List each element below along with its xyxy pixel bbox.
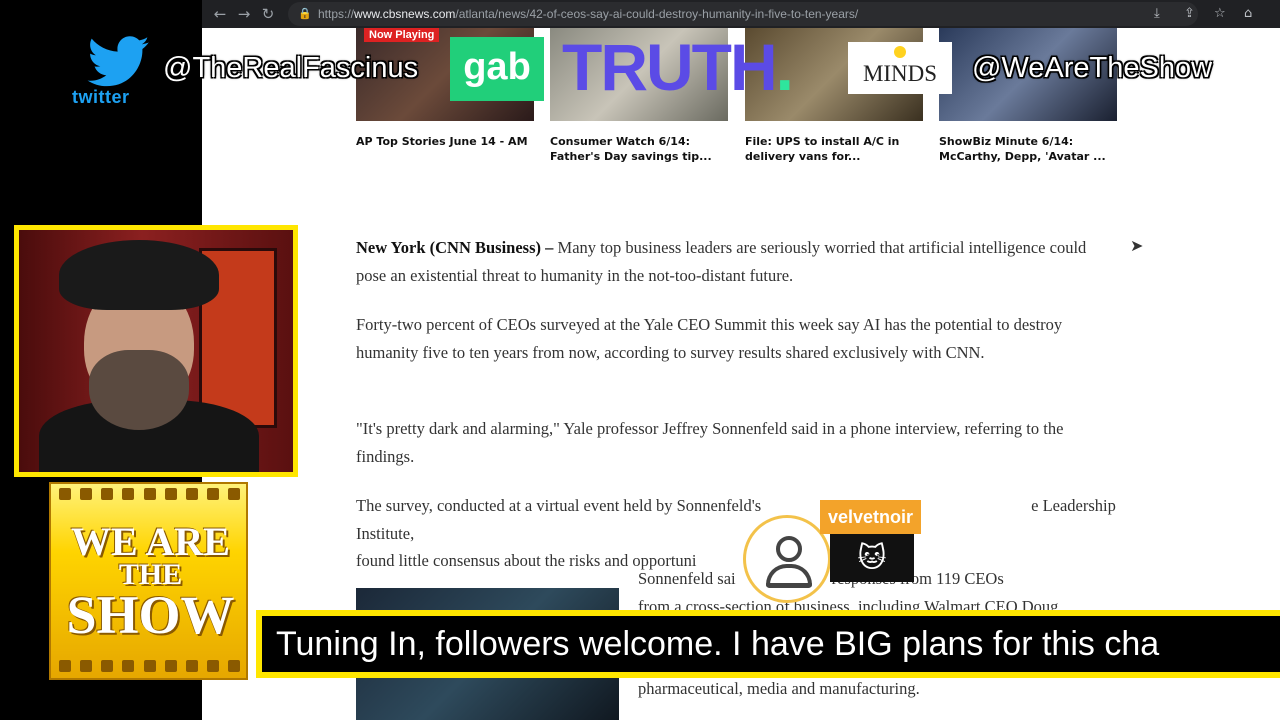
bookmark-star-icon[interactable]: ☆	[1214, 0, 1226, 28]
twitter-bird-icon	[86, 36, 152, 88]
address-bar[interactable]: 🔒 https://www.cbsnews.com/atlanta/news/4…	[288, 2, 1198, 26]
show-handle: @WeAreTheShow	[972, 52, 1213, 84]
chat-avatar-icon	[743, 515, 831, 603]
mouse-cursor-icon: ➤	[1130, 236, 1144, 255]
gab-logo: gab	[450, 37, 544, 101]
article-paragraph: New York (CNN Business) – Many top busin…	[356, 234, 1116, 289]
browser-toolbar: ← → ↻ 🔒 https://www.cbsnews.com/atlanta/…	[202, 0, 1280, 28]
install-icon[interactable]: ⤓	[1154, 0, 1160, 28]
ticker-text: Tuning In, followers welcome. I have BIG…	[262, 616, 1280, 672]
logo-line: SHOW	[66, 585, 235, 645]
back-arrow-icon[interactable]: ←	[208, 0, 232, 28]
video-caption[interactable]: ShowBiz Minute 6/14: McCarthy, Depp, 'Av…	[939, 134, 1117, 164]
twitter-handle: @TheRealFascinus	[163, 52, 419, 84]
forward-arrow-icon[interactable]: →	[232, 0, 256, 28]
home-icon[interactable]: ⌂	[1244, 0, 1252, 28]
paragraph-text: The survey, conducted at a virtual event…	[356, 496, 762, 515]
dateline-dash: –	[541, 238, 558, 257]
now-playing-badge: Now Playing	[364, 28, 440, 42]
we-are-the-show-logo: WE ARE THE SHOW	[49, 482, 248, 680]
url-domain: www.cbsnews.com	[354, 7, 456, 21]
twitter-label: twitter	[72, 87, 130, 107]
url-prefix: https://	[318, 7, 355, 21]
article-paragraph: pharmaceutical, media and manufacturing.	[638, 679, 920, 698]
truth-logo-text: TRUTH	[562, 30, 778, 104]
paragraph-text: Sonnenfeld sai	[638, 569, 736, 588]
video-caption[interactable]: AP Top Stories June 14 - AM	[356, 134, 534, 149]
dateline: New York (CNN Business)	[356, 238, 542, 257]
article-paragraph: Forty-two percent of CEOs surveyed at th…	[356, 315, 1063, 362]
truth-logo-dot: .	[775, 30, 794, 104]
film-strip-top	[55, 488, 244, 502]
webcam-feed	[14, 225, 298, 477]
article-paragraph: "It's pretty dark and alarming," Yale pr…	[356, 419, 1064, 466]
video-caption[interactable]: Consumer Watch 6/14: Father's Day saving…	[550, 134, 728, 164]
cat-emote-icon: 🐱	[830, 534, 914, 582]
ticker-banner: Tuning In, followers welcome. I have BIG…	[256, 610, 1280, 678]
film-strip-bottom	[55, 660, 244, 674]
video-card[interactable]: ShowBiz Minute 6/14: McCarthy, Depp, 'Av…	[939, 28, 1117, 164]
streamer-beard	[89, 350, 189, 430]
chat-username: velvetnoir	[820, 500, 922, 534]
video-caption[interactable]: File: UPS to install A/C in delivery van…	[745, 134, 923, 164]
minds-logo-text: MINDS	[862, 61, 938, 86]
lightbulb-icon	[894, 46, 906, 58]
lock-icon[interactable]: 🔒	[298, 2, 312, 26]
minds-logo: MINDS	[848, 42, 952, 94]
streamer-hat	[59, 240, 219, 310]
truth-social-logo: TRUTH.	[562, 30, 794, 104]
reload-icon[interactable]: ↻	[256, 0, 280, 28]
share-icon[interactable]: ⇪	[1184, 0, 1195, 28]
url-path: /atlanta/news/42-of-ceos-say-ai-could-de…	[455, 7, 859, 21]
